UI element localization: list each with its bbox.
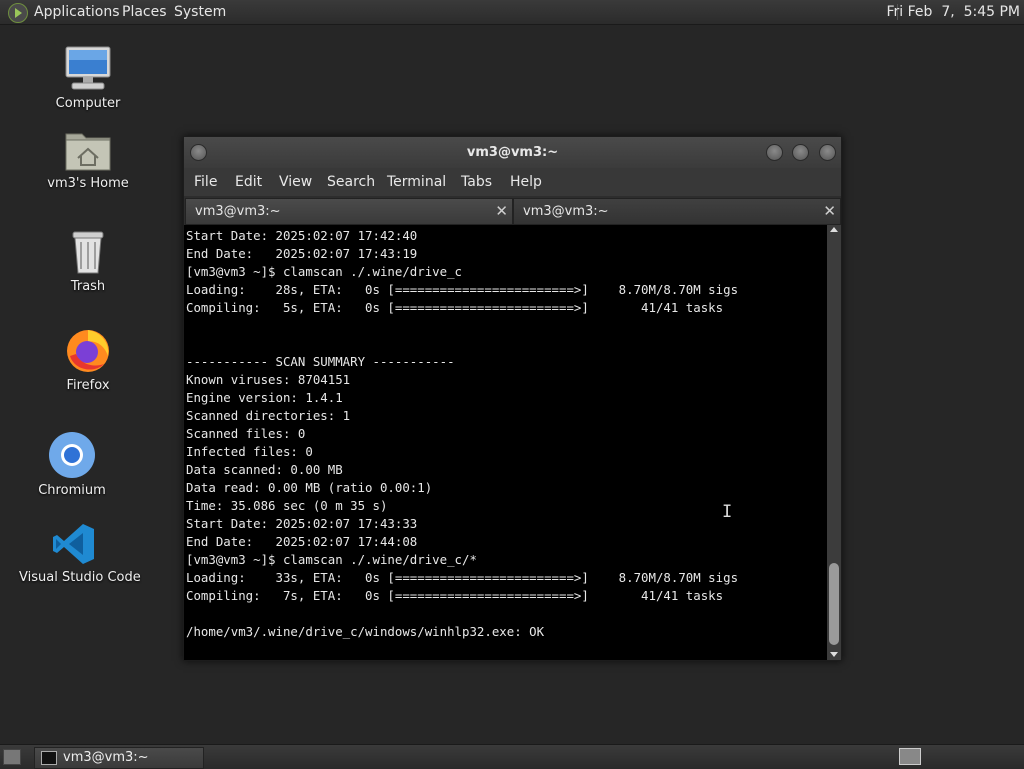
tab-close-icon[interactable]: ✕	[823, 202, 836, 220]
terminal-output[interactable]: Start Date: 2025:02:07 17:42:40 End Date…	[184, 225, 827, 660]
minimize-button[interactable]	[766, 144, 783, 161]
trash-icon	[68, 229, 108, 275]
menu-edit[interactable]: Edit	[235, 174, 262, 190]
window-title: vm3@vm3:~	[466, 145, 559, 160]
menu-bar: File Edit View Search Terminal Tabs Help	[184, 168, 841, 196]
taskbar-label: vm3@vm3:~	[63, 750, 149, 765]
menu-view[interactable]: View	[279, 174, 312, 190]
scroll-up-arrow-icon[interactable]	[830, 227, 838, 232]
close-button[interactable]	[819, 144, 836, 161]
terminal-window[interactable]: vm3@vm3:~ File Edit View Search Terminal…	[183, 136, 842, 661]
maximize-button[interactable]	[792, 144, 809, 161]
menu-file[interactable]: File	[194, 174, 217, 190]
desktop-icon-label: Trash	[70, 279, 106, 294]
tab-close-icon[interactable]: ✕	[495, 202, 508, 220]
chromium-icon	[48, 431, 96, 479]
applications-menu[interactable]: Applications	[34, 4, 120, 20]
distro-logo-icon[interactable]	[8, 3, 28, 23]
desktop-icon-label: Chromium	[38, 483, 106, 498]
desktop-icon-vscode[interactable]: Visual Studio Code	[19, 522, 141, 585]
top-panel: Applications Places System Fri Feb 7, 5:…	[0, 0, 1024, 25]
tab-2[interactable]: vm3@vm3:~ ✕	[513, 198, 841, 225]
terminal-icon	[41, 751, 57, 765]
show-desktop-icon[interactable]	[3, 749, 21, 765]
computer-icon	[64, 44, 112, 92]
desktop-icon-firefox[interactable]: Firefox	[33, 326, 143, 393]
home-folder-icon	[64, 128, 112, 172]
desktop-icon-home[interactable]: vm3's Home	[33, 128, 143, 191]
places-menu[interactable]: Places	[122, 4, 167, 20]
desktop-icon-computer[interactable]: Computer	[33, 44, 143, 111]
tab-label: vm3@vm3:~	[195, 204, 281, 219]
scroll-thumb[interactable]	[829, 563, 839, 645]
scroll-down-arrow-icon[interactable]	[830, 652, 838, 657]
bottom-panel: vm3@vm3:~	[0, 744, 1024, 769]
menu-tabs[interactable]: Tabs	[461, 174, 492, 190]
menu-help[interactable]: Help	[510, 174, 542, 190]
clock[interactable]: Fri Feb 7, 5:45 PM	[887, 4, 1021, 20]
taskbar-terminal-button[interactable]: vm3@vm3:~	[34, 747, 204, 769]
firefox-icon	[64, 326, 112, 374]
workspace-switcher[interactable]	[899, 748, 921, 765]
window-titlebar[interactable]: vm3@vm3:~	[184, 137, 841, 168]
tab-bar: vm3@vm3:~ ✕ vm3@vm3:~ ✕	[184, 196, 841, 225]
menu-search[interactable]: Search	[327, 174, 375, 190]
desktop-icon-label: Visual Studio Code	[19, 570, 141, 585]
desktop-icon-label: Computer	[55, 96, 121, 111]
desktop-icon-label: vm3's Home	[47, 176, 129, 191]
system-menu[interactable]: System	[174, 4, 226, 20]
tab-1[interactable]: vm3@vm3:~ ✕	[185, 198, 513, 225]
text-cursor-icon: I	[722, 502, 733, 522]
terminal-text: Start Date: 2025:02:07 17:42:40 End Date…	[186, 228, 739, 639]
desktop-icon-label: Firefox	[66, 378, 110, 393]
desktop-icon-chromium[interactable]: Chromium	[17, 431, 127, 498]
desktop-icon-trash[interactable]: Trash	[33, 229, 143, 294]
tab-label: vm3@vm3:~	[523, 204, 609, 219]
vscode-icon	[52, 522, 96, 566]
menu-terminal[interactable]: Terminal	[387, 174, 446, 190]
terminal-scrollbar[interactable]	[827, 225, 841, 660]
